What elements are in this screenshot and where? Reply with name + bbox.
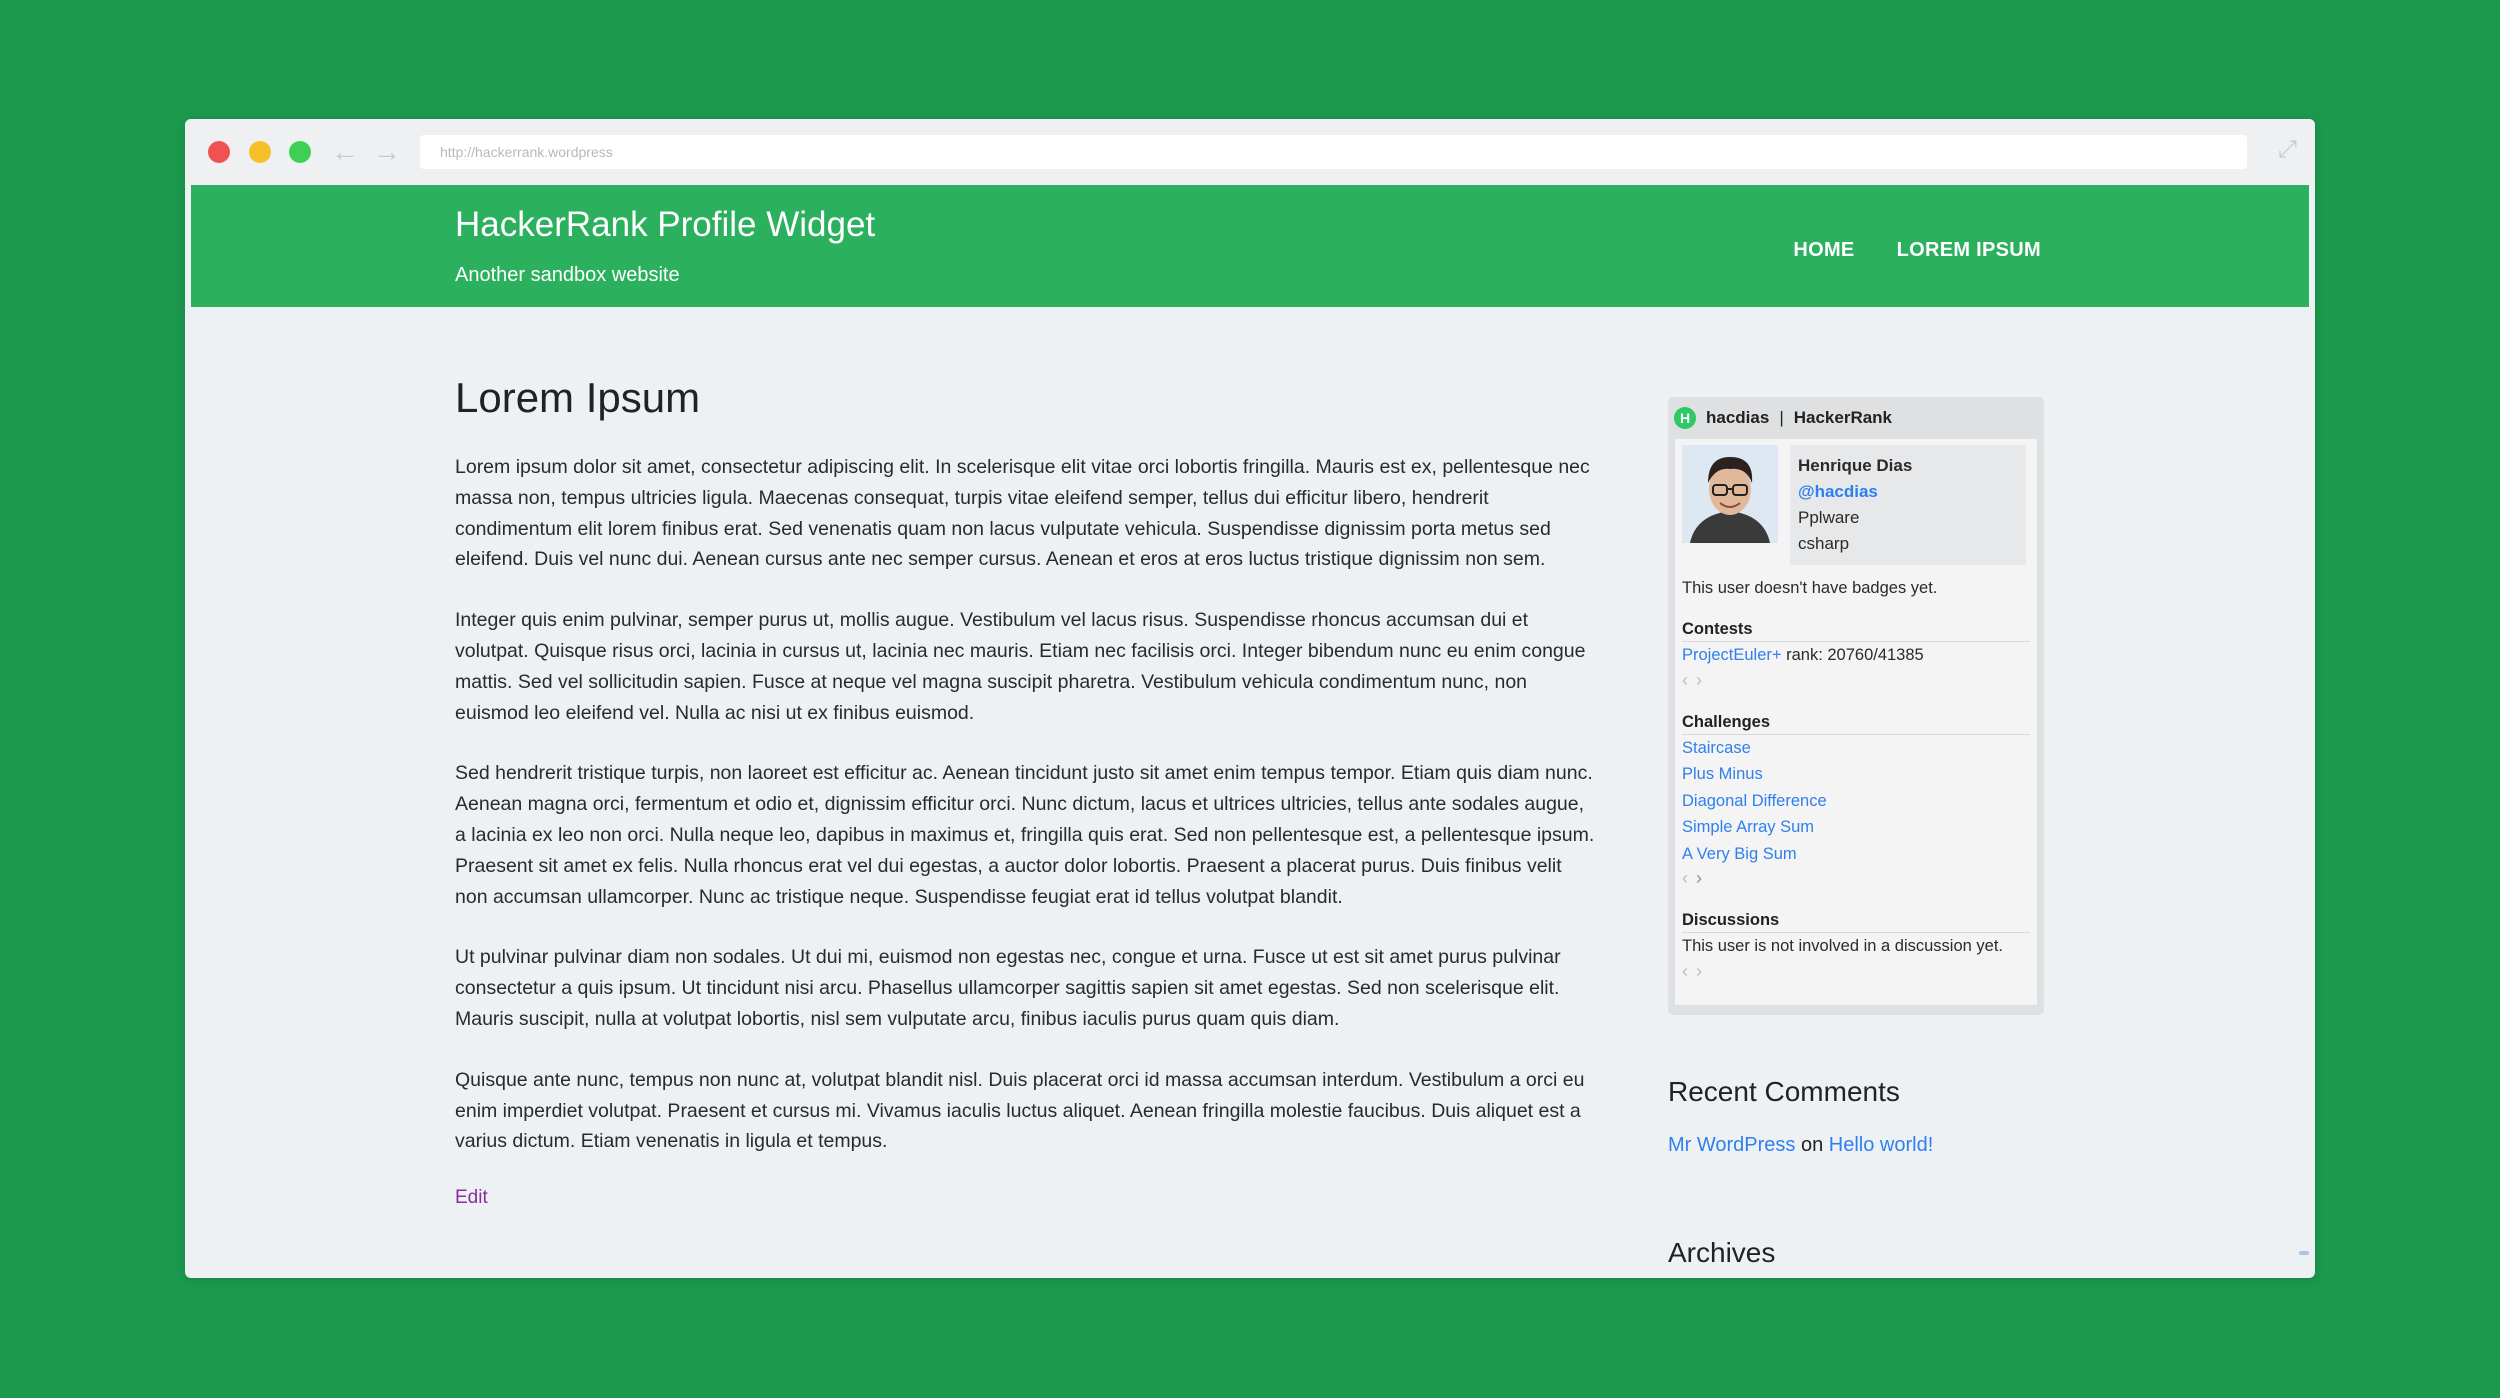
- challenge-link[interactable]: Simple Array Sum: [1682, 814, 2030, 841]
- browser-window: ← → http://hackerrank.wordpress ⤢ Hacker…: [185, 119, 2315, 1278]
- maximize-window-button[interactable]: [289, 141, 311, 163]
- widget-body: Henrique Dias @hacdias Pplware csharp Th…: [1675, 439, 2037, 1005]
- browser-titlebar: ← → http://hackerrank.wordpress ⤢: [185, 119, 2315, 185]
- scrollbar[interactable]: [2299, 1251, 2309, 1255]
- site-header: HackerRank Profile Widget Another sandbo…: [191, 185, 2309, 307]
- profile-name: Henrique Dias: [1798, 456, 1913, 475]
- contest-row: ProjectEuler+ rank: 20760/41385: [1682, 642, 2030, 669]
- chevron-right-icon[interactable]: ›: [1696, 868, 1710, 888]
- post-paragraph: Sed hendrerit tristique turpis, non laor…: [455, 762, 1595, 908]
- contests-pager: ‹›: [1682, 669, 2030, 691]
- post-paragraph: Ut pulvinar pulvinar diam non sodales. U…: [455, 946, 1561, 1030]
- recent-comment: Mr WordPress on Hello world!: [1668, 1134, 1933, 1157]
- challenges-pager: ‹›: [1682, 867, 2030, 889]
- challenge-link[interactable]: Plus Minus: [1682, 761, 2030, 788]
- contests-title: Contests: [1682, 620, 2030, 642]
- challenge-link[interactable]: Diagonal Difference: [1682, 788, 2030, 815]
- chevron-right-icon[interactable]: ›: [1696, 961, 1710, 981]
- expand-icon[interactable]: ⤢: [2278, 135, 2297, 165]
- widget-brand: HackerRank: [1793, 408, 1893, 427]
- widget-header: H hacdias | HackerRank: [1674, 403, 2038, 433]
- post-paragraph: Quisque ante nunc, tempus non nunc at, v…: [455, 1068, 1585, 1153]
- post-content: Lorem Ipsum Lorem ipsum dolor sit amet, …: [455, 374, 1595, 1209]
- profile-handle-link[interactable]: @hacdias: [1798, 479, 2018, 505]
- comment-post-link[interactable]: Hello world!: [1829, 1134, 1933, 1156]
- contest-rank: rank: 20760/41385: [1781, 646, 1924, 664]
- profile-language: csharp: [1798, 534, 1850, 553]
- address-bar[interactable]: http://hackerrank.wordpress: [420, 135, 2247, 169]
- post-paragraph: Lorem ipsum dolor sit amet, consectetur …: [455, 456, 1590, 571]
- arrow-left-icon[interactable]: ←: [331, 137, 359, 167]
- arrow-right-icon[interactable]: →: [373, 137, 401, 167]
- archives-title: Archives: [1668, 1237, 1776, 1268]
- menu-item-home[interactable]: HOME: [1793, 239, 1854, 262]
- challenge-link[interactable]: Staircase: [1682, 735, 2030, 762]
- avatar: [1682, 445, 1778, 543]
- profile-info: Henrique Dias @hacdias Pplware csharp: [1790, 445, 2026, 565]
- hackerrank-logo-icon: H: [1674, 407, 1696, 429]
- profile-card: Henrique Dias @hacdias Pplware csharp: [1682, 445, 2030, 565]
- comment-on-text: on: [1795, 1134, 1829, 1156]
- chevron-left-icon[interactable]: ‹: [1682, 868, 1696, 888]
- post-title: Lorem Ipsum: [455, 374, 701, 421]
- discussions-pager: ‹›: [1682, 960, 2030, 982]
- hackerrank-widget: H hacdias | HackerRank Henrique Dias @ha…: [1668, 397, 2044, 1015]
- main-menu: HOME LOREM IPSUM: [1793, 239, 2041, 262]
- minimize-window-button[interactable]: [249, 141, 271, 163]
- avatar-portrait-icon: [1682, 445, 1778, 543]
- close-window-button[interactable]: [208, 141, 230, 163]
- discussions-title: Discussions: [1682, 911, 2030, 933]
- widget-separator: |: [1779, 408, 1784, 427]
- site-tagline: Another sandbox website: [455, 264, 680, 286]
- recent-comments-title: Recent Comments: [1668, 1076, 1900, 1107]
- comment-author-link[interactable]: Mr WordPress: [1668, 1134, 1795, 1156]
- discussions-text: This user is not involved in a discussio…: [1682, 937, 2003, 955]
- contest-link[interactable]: ProjectEuler+: [1682, 646, 1782, 664]
- badges-text: This user doesn't have badges yet.: [1682, 579, 1938, 597]
- chevron-left-icon[interactable]: ‹: [1682, 961, 1696, 981]
- chevron-right-icon[interactable]: ›: [1696, 670, 1710, 690]
- challenge-link[interactable]: A Very Big Sum: [1682, 841, 2030, 868]
- challenges-title: Challenges: [1682, 713, 2030, 735]
- profile-company: Pplware: [1798, 508, 1860, 527]
- widget-username: hacdias: [1706, 408, 1770, 427]
- chevron-left-icon[interactable]: ‹: [1682, 670, 1696, 690]
- edit-post-link[interactable]: Edit: [455, 1187, 488, 1208]
- post-paragraph: Integer quis enim pulvinar, semper purus…: [455, 609, 1586, 724]
- site-title[interactable]: HackerRank Profile Widget: [455, 205, 875, 245]
- menu-item-lorem-ipsum[interactable]: LOREM IPSUM: [1897, 239, 2041, 262]
